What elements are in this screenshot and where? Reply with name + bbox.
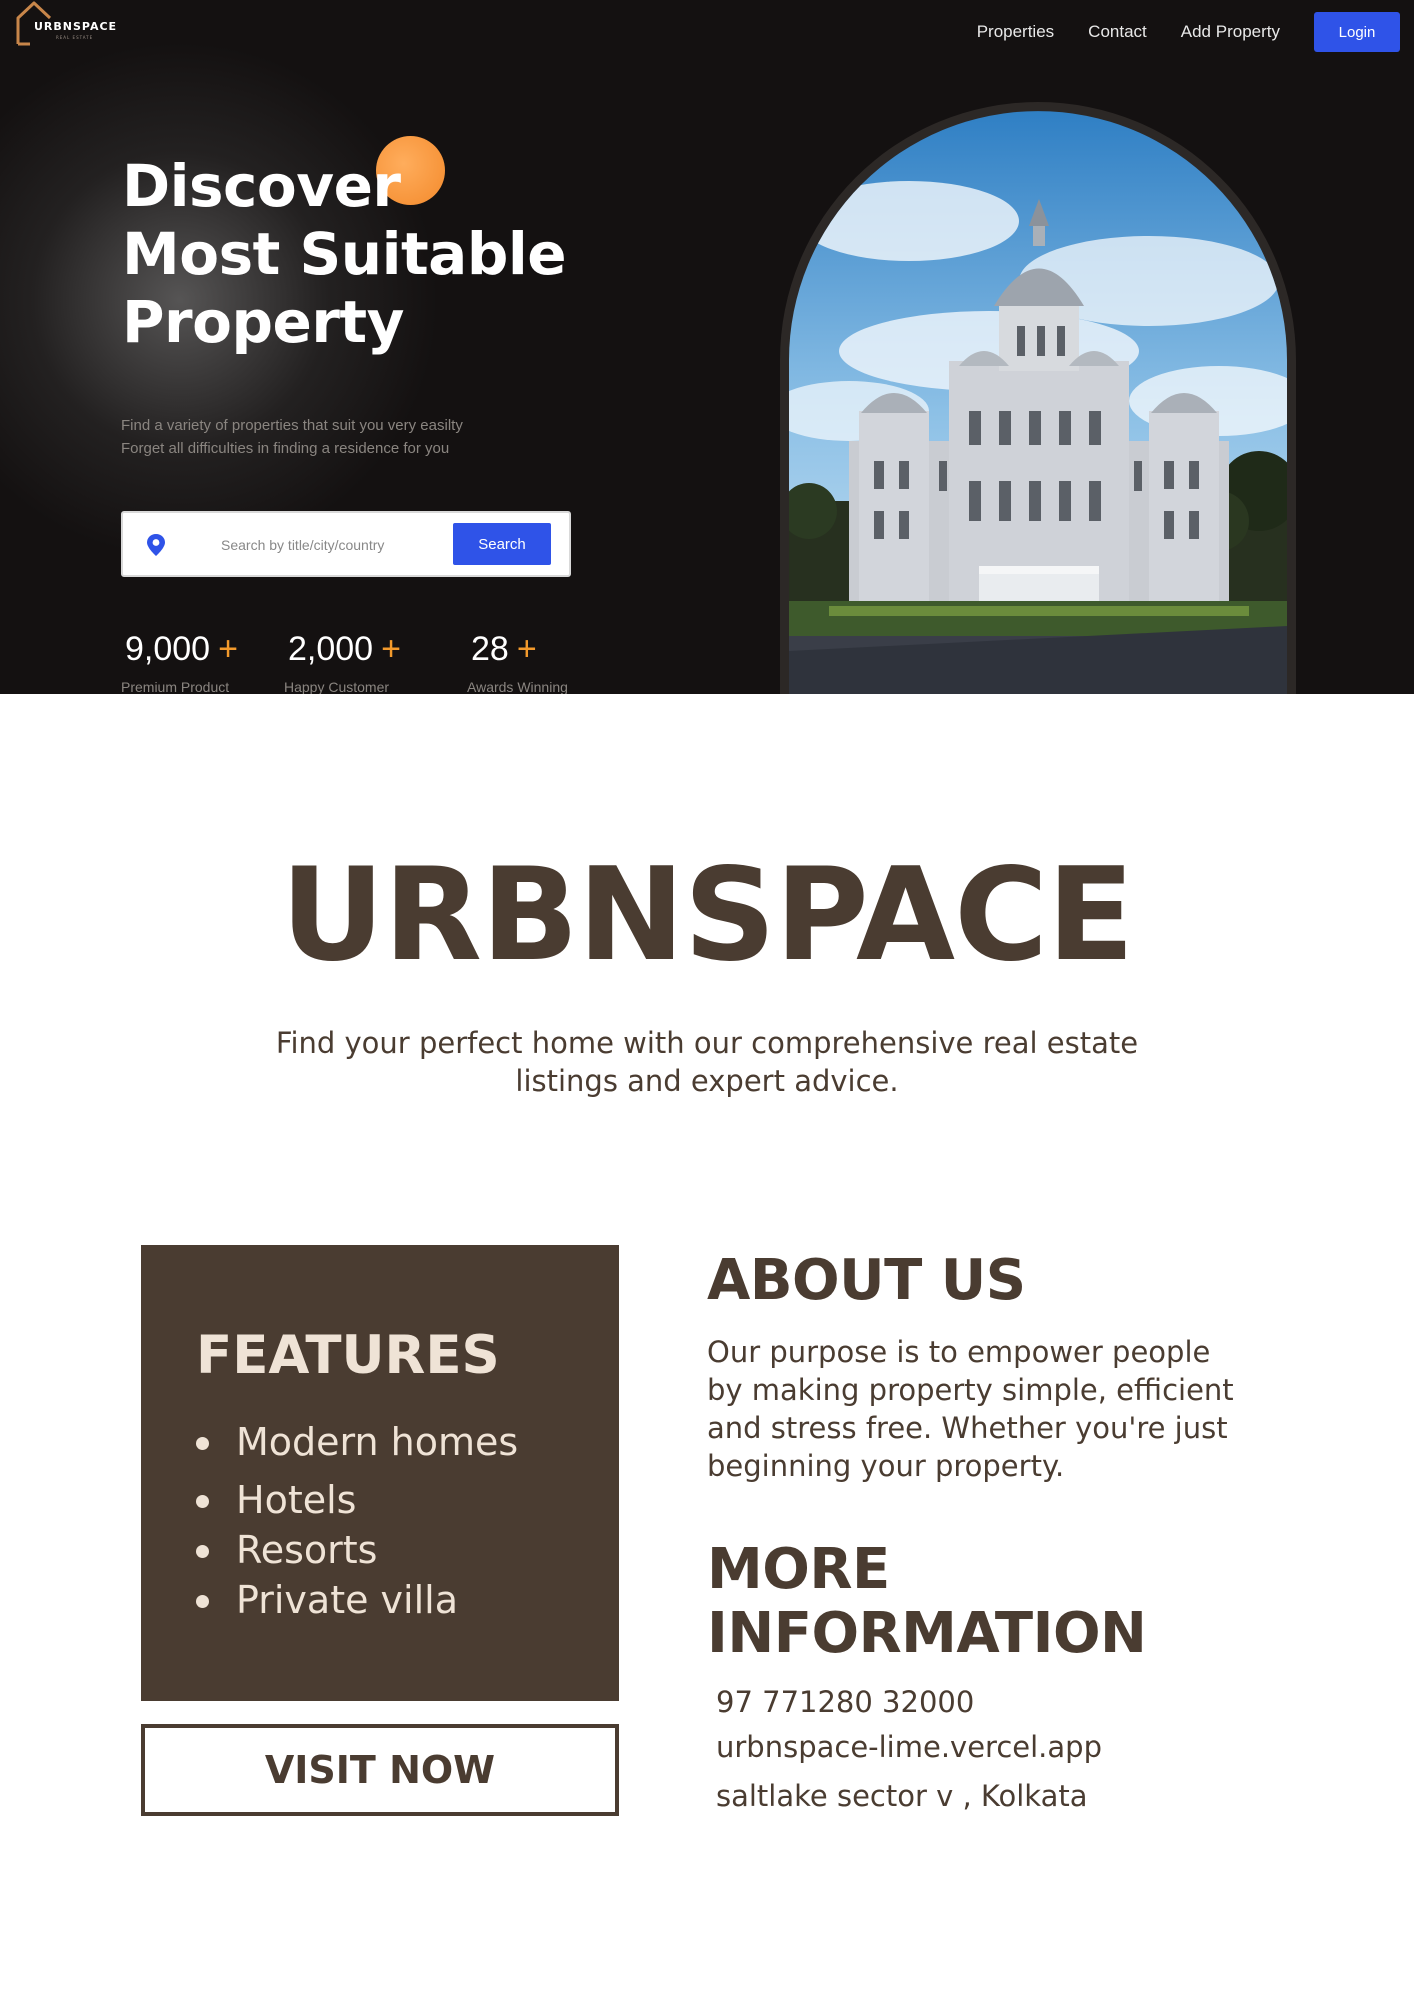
about-text-line: and stress free. Whether you're just bbox=[707, 1411, 1228, 1445]
property-image-arch bbox=[780, 102, 1296, 694]
features-item: Modern homes bbox=[196, 1417, 518, 1467]
features-item: Private villa bbox=[196, 1575, 518, 1625]
features-item: Resorts bbox=[196, 1525, 518, 1575]
stat-value: 2,000 bbox=[288, 630, 374, 668]
search-button[interactable]: Search bbox=[453, 523, 551, 565]
hero-description-line: Forget all difficulties in finding a res… bbox=[121, 440, 450, 457]
stat-plus: + bbox=[516, 630, 537, 668]
about-text-line: by making property simple, efficient bbox=[707, 1373, 1234, 1407]
about-text: Our purpose is to empower people by maki… bbox=[707, 1333, 1297, 1485]
hero-description-line: Find a variety of properties that suit y… bbox=[121, 417, 463, 434]
logo-text: URBNSPACE bbox=[34, 20, 118, 33]
location-pin-icon bbox=[147, 534, 165, 556]
stat-plus: + bbox=[218, 630, 238, 668]
tagline: Find your perfect home with our comprehe… bbox=[257, 1024, 1157, 1100]
logo[interactable]: URBNSPACE REAL ESTATE bbox=[16, 0, 136, 46]
features-item: Hotels bbox=[196, 1475, 518, 1525]
about-title: ABOUT US bbox=[707, 1248, 1026, 1313]
stat-label: Awards Winning bbox=[467, 679, 568, 694]
more-info-title-line: MORE bbox=[707, 1537, 890, 1602]
phone-number: 97 771280 32000 bbox=[716, 1685, 975, 1719]
features-panel: FEATURES Modern homes Hotels Resorts Pri… bbox=[141, 1245, 619, 1701]
search-input[interactable] bbox=[221, 531, 401, 559]
features-list: Modern homes Hotels Resorts Private vill… bbox=[196, 1417, 518, 1625]
more-info-title-line: INFORMATION bbox=[707, 1601, 1147, 1666]
tagline-line: Find your perfect home with our comprehe… bbox=[275, 1026, 1139, 1060]
logo-subtext: REAL ESTATE bbox=[56, 35, 94, 40]
features-title: FEATURES bbox=[196, 1325, 500, 1386]
stat-happy-customer: 2,000 + Happy Customer bbox=[284, 630, 401, 694]
top-nav: Properties Contact Add Property Login bbox=[977, 12, 1400, 52]
login-button[interactable]: Login bbox=[1314, 12, 1400, 52]
hero-title-line: Discover bbox=[122, 152, 401, 220]
visit-now-button[interactable]: VISIT NOW bbox=[141, 1724, 619, 1816]
hero-title-line: Most Suitable bbox=[122, 220, 567, 288]
about-text-line: Our purpose is to empower people bbox=[707, 1335, 1211, 1369]
about-text-line: beginning your property. bbox=[707, 1449, 1065, 1483]
stat-awards-winning: 28 + Awards Winning bbox=[467, 630, 568, 694]
nav-link-contact[interactable]: Contact bbox=[1088, 22, 1147, 42]
stat-label: Happy Customer bbox=[284, 679, 390, 694]
hero-section: URBNSPACE REAL ESTATE Properties Contact… bbox=[0, 0, 1414, 694]
stats-row: 9,000 + Premium Product 2,000 + Happy Cust… bbox=[0, 630, 600, 694]
hero-title-line: Property bbox=[122, 288, 404, 356]
nav-link-properties[interactable]: Properties bbox=[977, 22, 1054, 42]
nav-link-add-property[interactable]: Add Property bbox=[1181, 22, 1280, 42]
tagline-line: listings and expert advice. bbox=[515, 1064, 899, 1098]
palace-building-image bbox=[789, 111, 1287, 694]
address: saltlake sector v , Kolkata bbox=[716, 1779, 1088, 1813]
stat-label: Premium Product bbox=[121, 679, 230, 694]
brand-heading: URBNSPACE bbox=[280, 841, 1135, 990]
stat-plus: + bbox=[381, 630, 401, 668]
stat-premium-product: 9,000 + Premium Product bbox=[121, 630, 238, 694]
website-link[interactable]: urbnspace-lime.vercel.app bbox=[716, 1730, 1102, 1764]
more-info-title: MORE INFORMATION bbox=[707, 1538, 1267, 1666]
hero-title: Discover Most Suitable Property bbox=[122, 152, 567, 356]
stat-value: 28 bbox=[471, 630, 509, 668]
search-bar: Search bbox=[121, 511, 571, 577]
stat-value: 9,000 bbox=[125, 630, 211, 668]
hero-description: Find a variety of properties that suit y… bbox=[121, 414, 463, 460]
